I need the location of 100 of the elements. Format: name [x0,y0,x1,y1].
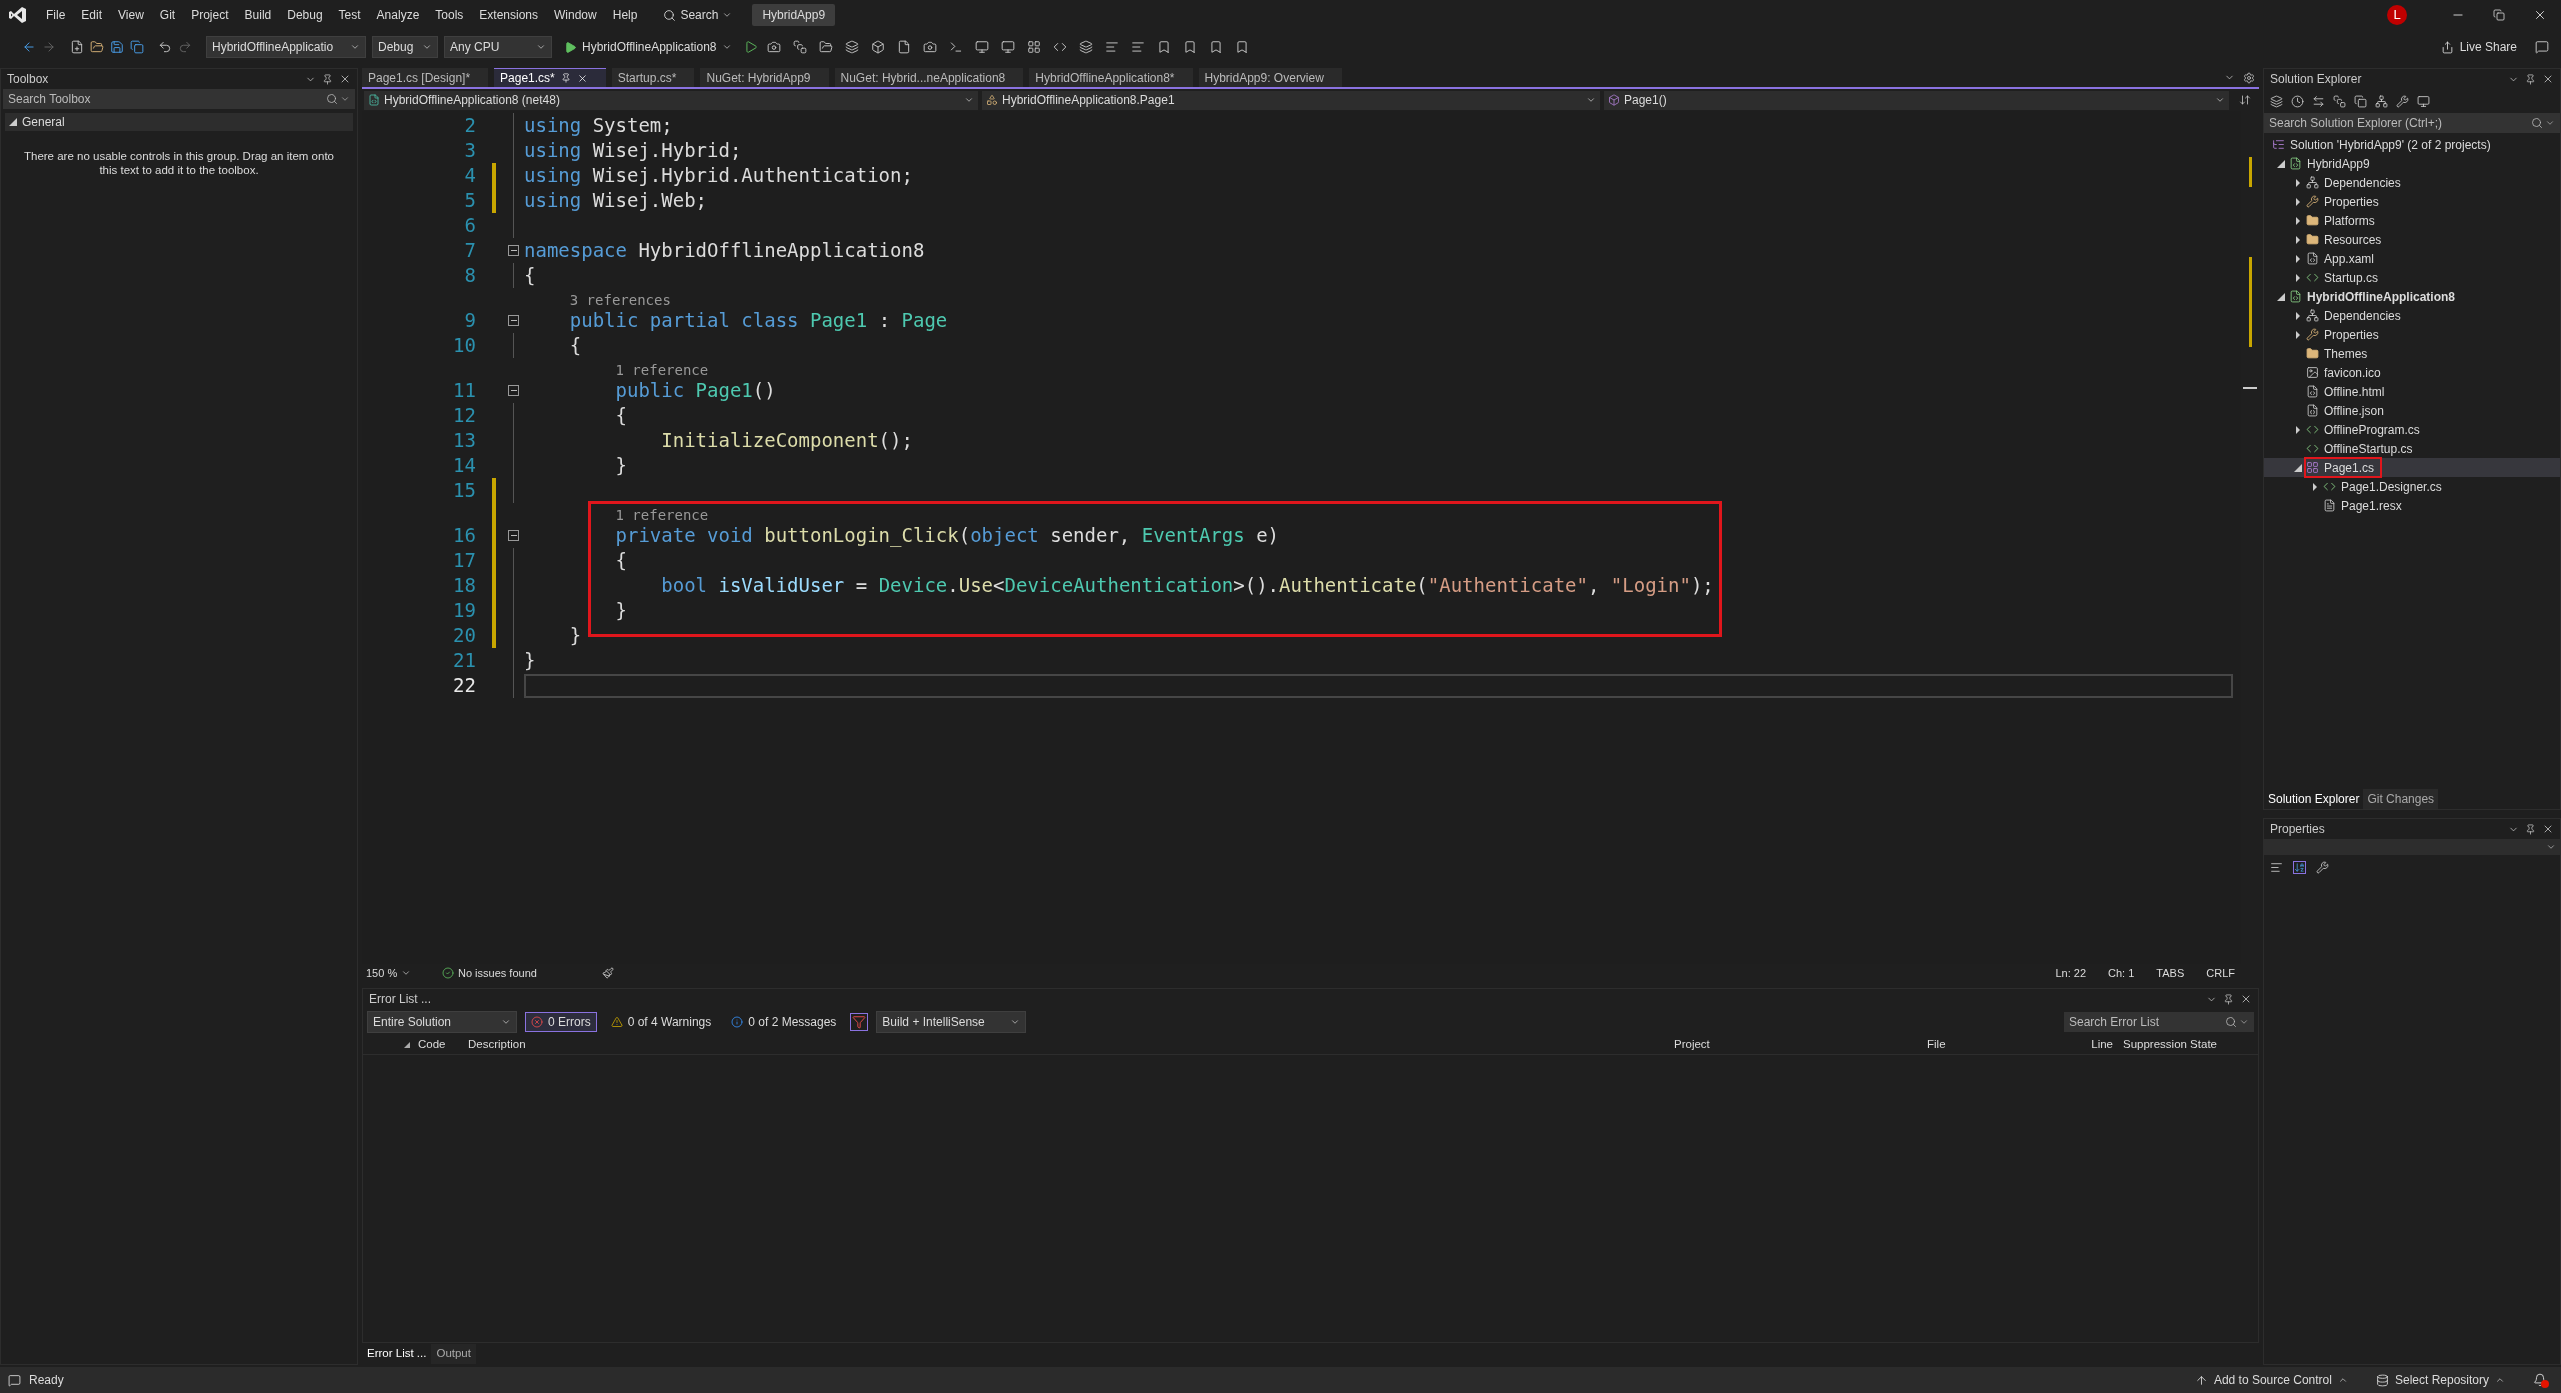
layers-icon[interactable] [844,40,859,54]
cursor-position[interactable]: Ch: 1 [2102,964,2141,982]
filter-toggle[interactable]: 0 of 4 Warnings [604,1012,718,1032]
indentation-status[interactable]: TABS [2150,964,2191,982]
menu-item[interactable]: Analyze [368,3,428,27]
filter-toggle[interactable]: 0 Errors [525,1012,597,1032]
tree-view-icon[interactable] [2375,94,2388,108]
configuration-dropdown[interactable]: Debug [372,36,438,58]
menu-item[interactable]: View [110,3,152,27]
column-header[interactable]: Line [2077,1035,2117,1054]
search-field[interactable]: Search Solution Explorer (Ctrl+;) [2264,113,2560,133]
search-field[interactable]: Search Error List [2064,1012,2254,1032]
history-icon[interactable] [2291,94,2304,108]
menu-item[interactable]: Tools [427,3,472,27]
monitor-icon[interactable] [974,40,989,54]
tree-item[interactable]: HybridOfflineApplication8 [2289,288,2461,305]
close-icon[interactable] [339,73,351,85]
tree-item[interactable]: Dependencies [2306,174,2407,191]
document-tab[interactable]: HybridOfflineApplication8* [1029,68,1193,87]
box-icon[interactable] [870,40,885,54]
preview-icon[interactable] [2417,94,2430,108]
settings-icon[interactable] [2243,72,2255,84]
tree-item[interactable]: Startup.cs [2306,269,2385,286]
document-tab[interactable]: Page1.cs* [494,68,606,87]
expanded-icon[interactable] [2293,463,2302,472]
collapse-icon[interactable] [508,245,519,256]
close-icon[interactable] [2533,8,2547,22]
bookmark-icon[interactable] [1234,40,1249,54]
cursor-position[interactable]: Ln: 22 [2049,964,2093,982]
member-navigation-dropdown[interactable]: Page1() [1604,90,2229,110]
collapse-icon[interactable] [508,385,519,396]
close-icon[interactable] [2542,823,2554,835]
forward-icon[interactable] [42,40,56,54]
pin-icon[interactable] [2223,993,2234,1005]
tree-item[interactable]: Solution 'HybridApp9' (2 of 2 projects) [2272,136,2497,153]
close-icon[interactable] [2240,993,2252,1005]
back-icon[interactable] [22,40,36,54]
menu-item[interactable]: Extensions [471,3,547,27]
panel-tab[interactable]: Git Changes [2363,789,2439,809]
properties-icon[interactable] [2316,860,2329,874]
type-navigation-dropdown[interactable]: HybridOfflineApplication8.Page1 [982,90,1600,110]
pin-icon[interactable] [2525,823,2536,835]
brush-icon[interactable] [602,967,614,979]
project-navigation-dropdown[interactable]: HybridOfflineApplication8 (net48) [364,90,978,110]
codelens[interactable]: 1 reference [524,360,709,378]
tree-item[interactable]: Page1.resx [2323,497,2408,514]
pin-icon[interactable] [2525,73,2536,85]
expanded-icon[interactable] [2276,159,2285,168]
scope-dropdown[interactable]: Entire Solution [367,1011,517,1033]
tree-item[interactable]: OfflineProgram.cs [2306,421,2426,438]
pin-icon[interactable] [560,73,571,83]
tree-item[interactable]: Properties [2306,326,2385,343]
menu-item[interactable]: Project [183,3,237,27]
menu-item[interactable]: Window [546,3,605,27]
tree-item[interactable]: Platforms [2306,212,2381,229]
tree-item[interactable]: Properties [2306,193,2385,210]
close-icon[interactable] [2542,73,2554,85]
document-tab[interactable]: NuGet: Hybrid...neApplication8 [834,68,1024,87]
codelens[interactable]: 1 reference [524,505,709,523]
notifications-icon[interactable] [2533,1373,2547,1387]
expanded-icon[interactable] [2276,292,2285,301]
grid-icon[interactable] [1026,40,1041,54]
column-header[interactable]: File [1927,1035,2077,1054]
feedback-icon[interactable] [2535,40,2549,54]
close-icon[interactable] [576,72,588,84]
collapse-icon[interactable] [508,315,519,326]
pin-icon[interactable] [322,73,333,85]
tree-item[interactable]: App.xaml [2306,250,2381,267]
document-tab[interactable]: HybridApp9: Overview [1198,68,1342,87]
tree-item[interactable]: OfflineStartup.cs [2306,440,2419,457]
menu-item[interactable]: Build [236,3,280,27]
tree-item[interactable]: Offline.html [2306,383,2391,400]
menu-item[interactable]: Help [604,3,646,27]
startup-project-dropdown[interactable]: HybridOfflineApplicatio [206,36,366,58]
menu-item[interactable]: Debug [279,3,331,27]
platform-dropdown[interactable]: Any CPU [444,36,552,58]
zoom-dropdown[interactable]: 150 % [366,964,418,982]
document-tab[interactable]: NuGet: HybridApp9 [700,68,829,87]
open-folder-icon[interactable] [818,40,833,54]
tree-item[interactable]: Page1.Designer.cs [2323,478,2448,495]
search-field[interactable]: Search Toolbox [3,89,355,109]
tree-item[interactable]: Resources [2306,231,2388,248]
camera-icon[interactable] [766,40,781,54]
select-repository-button[interactable]: Select Repository [2375,1371,2505,1389]
line-ending-status[interactable]: CRLF [2200,964,2241,982]
tree-item[interactable]: HybridApp9 [2289,155,2376,172]
save-all-icon[interactable] [130,40,144,54]
bookmark-icon[interactable] [1208,40,1223,54]
column-header[interactable]: Suppression State [2117,1035,2258,1054]
camera-icon[interactable] [922,40,937,54]
column-header[interactable]: Code [418,1035,468,1054]
layers-icon[interactable] [1078,40,1093,54]
play-outline-icon[interactable] [743,40,758,54]
copy-icon[interactable] [2354,94,2367,108]
categorized-icon[interactable] [2270,860,2283,874]
file-icon[interactable] [896,40,911,54]
properties-icon[interactable] [2396,94,2409,108]
save-icon[interactable] [110,40,124,54]
undo-icon[interactable] [158,40,172,54]
issues-status[interactable]: No issues found [442,964,592,982]
